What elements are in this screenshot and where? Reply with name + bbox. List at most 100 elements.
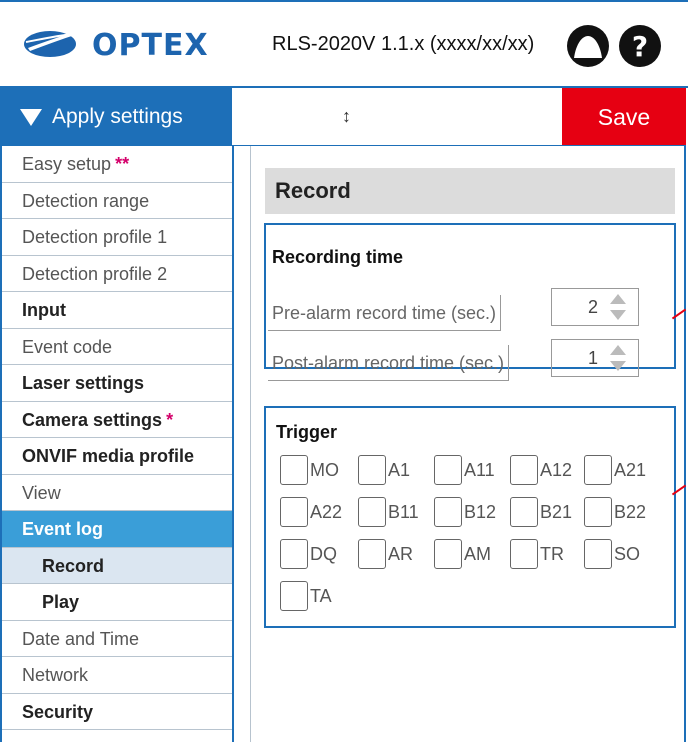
increment-arrow-icon[interactable] xyxy=(610,345,626,355)
trigger-label: A1 xyxy=(388,459,411,480)
trigger-checkbox[interactable] xyxy=(584,455,612,485)
trigger-label: A21 xyxy=(614,459,647,480)
decrement-arrow-icon[interactable] xyxy=(610,361,626,371)
apply-settings-label: Apply settings xyxy=(52,105,183,128)
post-alarm-time-stepper[interactable]: 1 xyxy=(551,339,639,377)
trigger-label: A12 xyxy=(540,459,573,480)
increment-arrow-icon[interactable] xyxy=(610,294,626,304)
trigger-label: TR xyxy=(540,543,564,564)
sidebar-item-view[interactable]: View xyxy=(2,475,232,511)
post-alarm-value: 1 xyxy=(587,348,598,368)
sidebar-item-label: Play xyxy=(42,592,80,612)
pre-alarm-value: 2 xyxy=(587,297,598,317)
triangle-down-icon xyxy=(20,108,42,126)
trigger-checkbox[interactable] xyxy=(358,455,386,485)
sidebar-item-date-and-time[interactable]: Date and Time xyxy=(2,621,232,657)
decrement-arrow-icon[interactable] xyxy=(610,310,626,320)
sidebar-item-network[interactable]: Network xyxy=(2,657,232,694)
required-mark: * xyxy=(166,409,174,430)
sidebar-item-detection-profile-2[interactable]: Detection profile 2 xyxy=(2,256,232,292)
save-button[interactable]: Save xyxy=(562,88,686,146)
trigger-checkbox[interactable] xyxy=(434,539,462,569)
trigger-label: B22 xyxy=(614,501,647,522)
sidebar-item-label: Detection profile 1 xyxy=(22,227,168,247)
sidebar-item-label: Input xyxy=(22,300,66,320)
sidebar-item-record[interactable]: Record xyxy=(2,547,232,584)
trigger-option-ar[interactable]: AR xyxy=(358,538,413,570)
sidebar-item-laser-settings[interactable]: Laser settings xyxy=(2,365,232,402)
trigger-option-so[interactable]: SO xyxy=(584,538,640,570)
sidebar-nav: Easy setup ** Detection range Detection pro… xyxy=(2,146,234,742)
apply-settings-button[interactable]: Apply settings xyxy=(0,88,232,146)
pre-alarm-time-stepper[interactable]: 2 xyxy=(551,288,639,326)
trigger-checkbox[interactable] xyxy=(510,539,538,569)
sidebar-item-label: Network xyxy=(22,665,89,685)
trigger-label: DQ xyxy=(310,543,337,564)
sidebar-item-play[interactable]: Play xyxy=(2,584,232,621)
required-mark: ** xyxy=(115,154,130,174)
trigger-option-a11[interactable]: A11 xyxy=(434,454,495,486)
trigger-label: SO xyxy=(614,543,641,564)
trigger-option-b21[interactable]: B21 xyxy=(510,496,572,528)
sidebar-item-detection-profile-1[interactable]: Detection profile 1 xyxy=(2,219,232,256)
trigger-checkbox[interactable] xyxy=(280,497,308,527)
trigger-label: TA xyxy=(310,585,332,606)
sidebar-item-label: Camera settings xyxy=(22,409,163,430)
resize-handle-icon[interactable]: ↕ xyxy=(342,106,351,127)
sidebar-item-onvif-media-profile[interactable]: ONVIF media profile xyxy=(2,438,232,475)
brand-name: OPTEX xyxy=(92,28,209,63)
trigger-option-a21[interactable]: A21 xyxy=(584,454,646,486)
trigger-option-a22[interactable]: A22 xyxy=(280,496,342,528)
trigger-option-mo[interactable]: MO xyxy=(280,454,339,486)
trigger-option-a12[interactable]: A12 xyxy=(510,454,572,486)
sidebar-item-easy-setup[interactable]: Easy setup ** xyxy=(2,146,232,183)
trigger-checkbox[interactable] xyxy=(358,497,386,527)
trigger-checkbox[interactable] xyxy=(280,455,308,485)
sidebar-item-label: View xyxy=(22,482,61,503)
trigger-checkbox[interactable] xyxy=(510,455,538,485)
sidebar-item-label: Detection range xyxy=(22,190,150,211)
trigger-option-b12[interactable]: B12 xyxy=(434,496,496,528)
trigger-label: A22 xyxy=(310,501,343,522)
trigger-option-am[interactable]: AM xyxy=(434,538,491,570)
post-alarm-label: Post-alarm record time (sec.) xyxy=(268,345,510,381)
trigger-panel: Trigger MO A1 A11 A12 A21 A22 B11 B12 B21 B22 DQ AR… xyxy=(264,406,676,628)
sidebar-item-event-code[interactable]: Event code xyxy=(2,329,232,365)
trigger-checkbox[interactable] xyxy=(358,539,386,569)
sidebar-item-camera-settings[interactable]: Camera settings * xyxy=(2,402,232,438)
trigger-checkbox[interactable] xyxy=(280,539,308,569)
pre-alarm-label: Pre-alarm record time (sec.) xyxy=(268,295,502,331)
help-question-icon[interactable]: ? xyxy=(618,24,662,68)
trigger-option-b22[interactable]: B22 xyxy=(584,496,646,528)
optex-logo-mark xyxy=(24,30,80,57)
sidebar-item-label: Date and Time xyxy=(22,628,140,649)
trigger-checkbox[interactable] xyxy=(510,497,538,527)
sidebar-item-event-log[interactable]: Event log xyxy=(2,511,232,548)
trigger-checkbox[interactable] xyxy=(584,497,612,527)
trigger-label: B11 xyxy=(388,501,419,522)
user-circle-icon[interactable] xyxy=(566,24,610,68)
sidebar-item-label: Laser settings xyxy=(22,373,145,393)
trigger-checkbox[interactable] xyxy=(584,539,612,569)
trigger-checkbox[interactable] xyxy=(434,497,462,527)
trigger-label: AR xyxy=(388,543,414,564)
sidebar-item-input[interactable]: Input xyxy=(2,292,232,329)
trigger-checkbox[interactable] xyxy=(434,455,462,485)
optex-logo: OPTEX xyxy=(22,24,242,64)
trigger-label: AM xyxy=(464,543,491,564)
trigger-option-dq[interactable]: DQ xyxy=(280,538,337,570)
header: OPTEX RLS-2020V 1.1.x (xxxx/xx/xx) ? xyxy=(0,0,688,88)
trigger-label: A11 xyxy=(464,459,495,480)
trigger-option-a1[interactable]: A1 xyxy=(358,454,410,486)
trigger-option-b11[interactable]: B11 xyxy=(358,496,419,528)
trigger-option-ta[interactable]: TA xyxy=(280,580,332,612)
sidebar-item-label: Easy setup xyxy=(22,154,112,174)
trigger-option-tr[interactable]: TR xyxy=(510,538,564,570)
sidebar-item-detection-range[interactable]: Detection range xyxy=(2,183,232,219)
trigger-label: B21 xyxy=(540,501,573,522)
toolbar-divider xyxy=(232,145,686,146)
page-title: Record xyxy=(265,168,675,214)
trigger-checkbox[interactable] xyxy=(280,581,308,611)
sidebar-item-security[interactable]: Security xyxy=(2,694,232,730)
model-version: RLS-2020V 1.1.x (xxxx/xx/xx) xyxy=(272,33,535,55)
